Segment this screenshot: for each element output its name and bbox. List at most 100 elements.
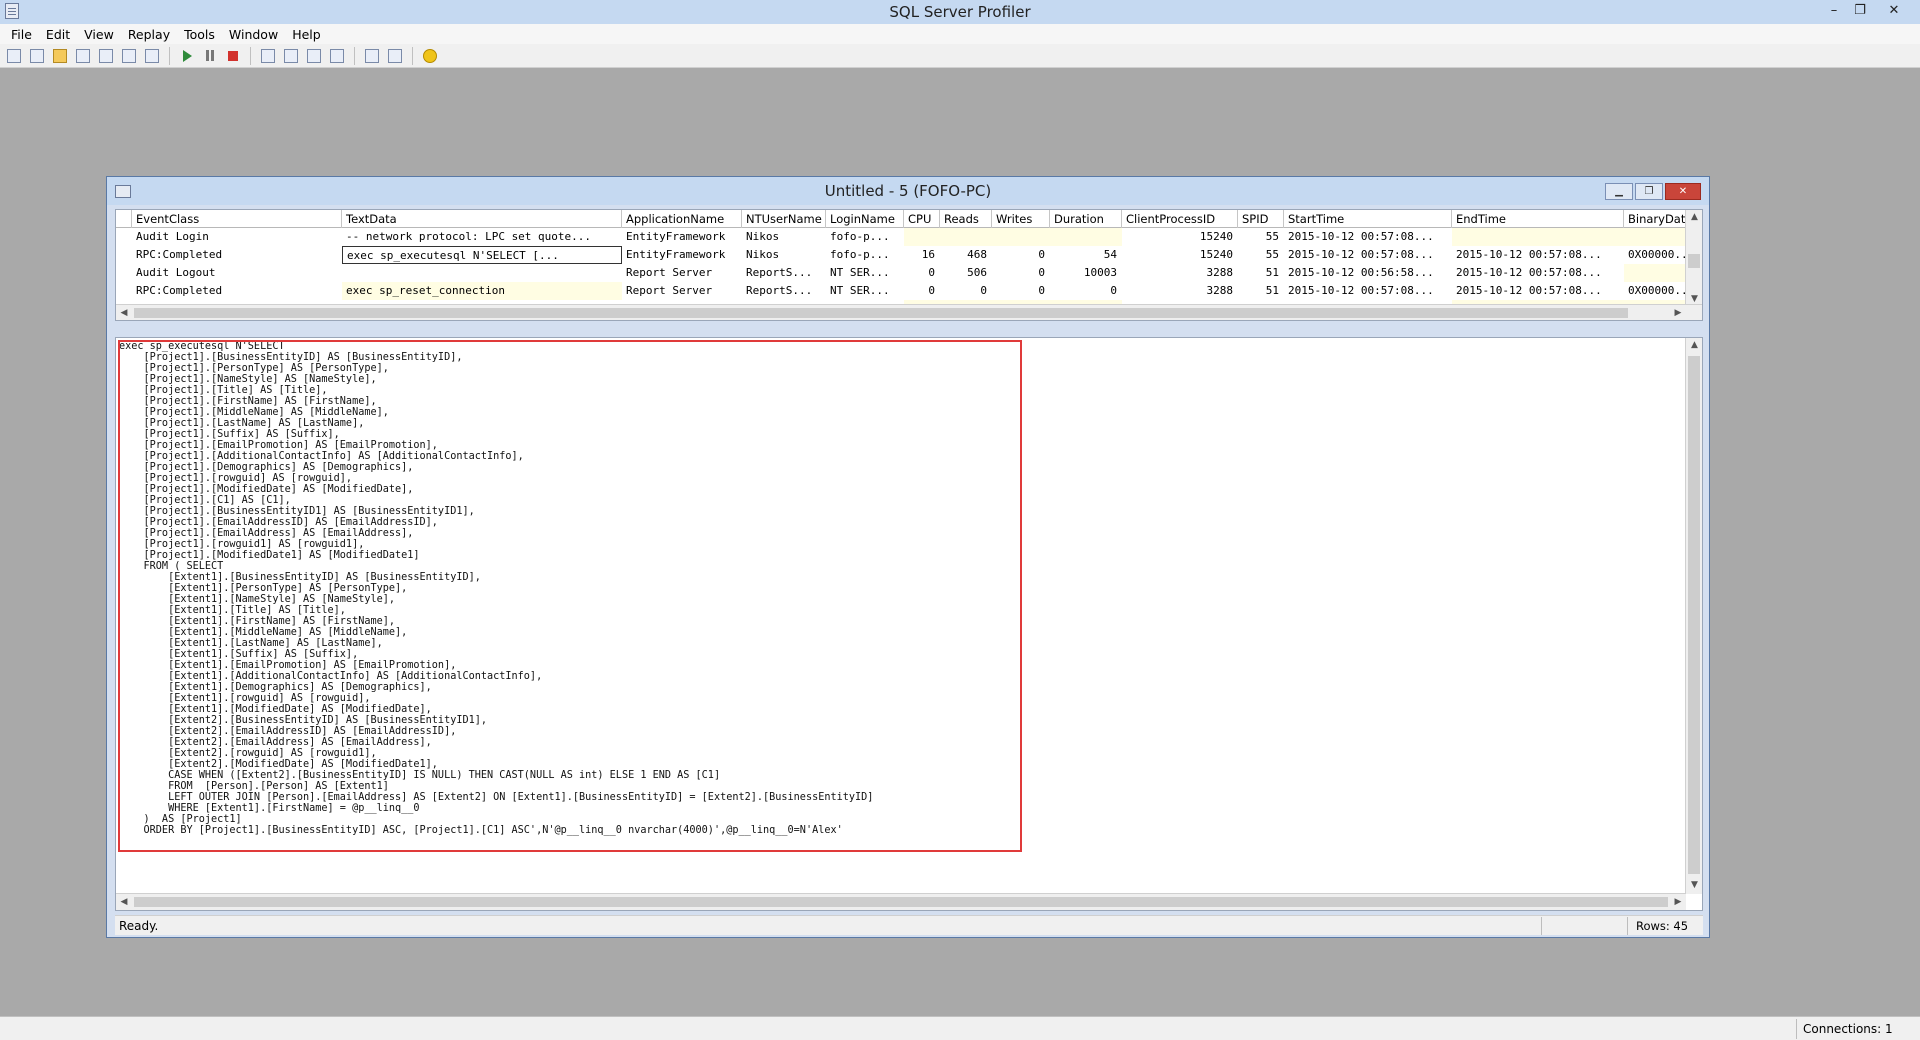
scroll-thumb[interactable]: [1688, 356, 1700, 874]
stop-icon[interactable]: [223, 46, 243, 66]
column-header-duration[interactable]: Duration: [1050, 210, 1122, 228]
column-header-endtime[interactable]: EndTime: [1452, 210, 1624, 228]
find-icon[interactable]: [119, 46, 139, 66]
cell-spid: 55: [1265, 230, 1279, 243]
cell-duration: 0: [1110, 284, 1117, 297]
cell-spid: 51: [1265, 266, 1279, 279]
column-header-ntusername[interactable]: NTUserName: [742, 210, 826, 228]
textdata-detail-pane[interactable]: exec sp_executesql N'SELECT [Project1].[…: [115, 337, 1703, 911]
column-header-writes[interactable]: Writes: [992, 210, 1050, 228]
column-header-textdata[interactable]: TextData: [342, 210, 622, 228]
toolbar-separator: [250, 46, 251, 65]
column-header-applicationname[interactable]: ApplicationName: [622, 210, 742, 228]
grid-vertical-scrollbar[interactable]: ▲ ▼: [1685, 210, 1702, 306]
menu-tools[interactable]: Tools: [177, 27, 222, 42]
menu-window[interactable]: Window: [222, 27, 285, 42]
trace-close-button[interactable]: ✕: [1665, 183, 1701, 200]
column-header-clientprocessid[interactable]: ClientProcessID: [1122, 210, 1238, 228]
restore-button[interactable]: ❐: [1848, 0, 1872, 20]
cell-applicationname: EntityFramework: [626, 248, 726, 261]
trace-restore-button[interactable]: ❐: [1635, 183, 1663, 200]
trace-window-title: Untitled - 5 (FOFO-PC): [824, 182, 992, 200]
status-segment: [1541, 916, 1627, 935]
tuning-advisor-icon[interactable]: [362, 46, 382, 66]
scroll-thumb[interactable]: [1688, 254, 1700, 268]
highlight-box: [118, 340, 1022, 852]
scroll-down-icon[interactable]: ▼: [1686, 878, 1702, 892]
app-title: SQL Server Profiler: [889, 3, 1031, 21]
column-header-starttime[interactable]: StartTime: [1284, 210, 1452, 228]
table-row[interactable]: Audit Login -- network protocol: LPC set…: [116, 228, 1686, 246]
cell-reads: 506: [967, 266, 987, 279]
trace-window-icon[interactable]: [115, 185, 131, 198]
open-icon[interactable]: [50, 46, 70, 66]
detail-vertical-scrollbar[interactable]: ▲ ▼: [1685, 338, 1702, 894]
cell-endtime: [1452, 228, 1624, 246]
run-icon[interactable]: [177, 46, 197, 66]
menu-bar: File Edit View Replay Tools Window Help: [0, 24, 1920, 44]
scroll-left-icon[interactable]: ◀: [116, 894, 132, 910]
column-header-cpu[interactable]: CPU: [904, 210, 940, 228]
cell-clientprocessid: 15240: [1199, 230, 1233, 243]
column-header-loginname[interactable]: LoginName: [826, 210, 904, 228]
performance-monitor-icon[interactable]: [385, 46, 405, 66]
cell-clientprocessid: 15240: [1199, 248, 1233, 261]
trace-minimize-button[interactable]: ▁: [1605, 183, 1633, 200]
profiler-app-icon[interactable]: [5, 3, 19, 19]
cell-spid: 55: [1265, 248, 1279, 261]
minimize-button[interactable]: –: [1822, 0, 1846, 20]
scroll-thumb[interactable]: [134, 897, 1668, 907]
cell-starttime: 2015-10-12 00:57:08...: [1288, 230, 1434, 243]
detail-horizontal-scrollbar[interactable]: ◀ ▶: [116, 893, 1686, 910]
table-row-selected[interactable]: RPC:Completed exec sp_executesql N'SELEC…: [116, 246, 1686, 264]
cell-duration: [1050, 228, 1122, 246]
new-trace-icon[interactable]: [4, 46, 24, 66]
column-header-eventclass[interactable]: EventClass: [132, 210, 342, 228]
scroll-right-icon[interactable]: ▶: [1670, 305, 1686, 320]
row-indicator: [116, 228, 132, 246]
cell-ntusername: Nikos: [746, 230, 780, 243]
cell-ntusername: Nikos: [746, 248, 780, 261]
clear-icon[interactable]: [142, 46, 162, 66]
cell-loginname: NT SER...: [830, 284, 890, 297]
column-header-spid[interactable]: SPID: [1238, 210, 1284, 228]
autoscroll-icon[interactable]: [327, 46, 347, 66]
cell-binarydata: 0X00000...: [1628, 248, 1685, 261]
menu-view[interactable]: View: [77, 27, 121, 42]
help-icon[interactable]: [420, 46, 440, 66]
menu-file[interactable]: File: [4, 27, 39, 42]
trace-window-controls: ▁ ❐ ✕: [1605, 183, 1701, 200]
cell-reads: [940, 228, 992, 246]
menu-replay[interactable]: Replay: [121, 27, 177, 42]
column-header-binarydata[interactable]: BinaryData: [1624, 210, 1686, 228]
menu-help[interactable]: Help: [285, 27, 328, 42]
scroll-up-icon[interactable]: ▲: [1686, 210, 1702, 224]
pause-icon[interactable]: [200, 46, 220, 66]
cell-textdata: -- network protocol: LPC set quote...: [346, 230, 592, 243]
save-icon[interactable]: [73, 46, 93, 66]
trace-event-grid[interactable]: EventClass TextData ApplicationName NTUs…: [115, 209, 1703, 321]
row-indicator: [116, 246, 132, 264]
scroll-left-icon[interactable]: ◀: [116, 305, 132, 320]
scroll-right-icon[interactable]: ▶: [1670, 894, 1686, 910]
cell-spid: 51: [1265, 284, 1279, 297]
new-template-icon[interactable]: [27, 46, 47, 66]
menu-edit[interactable]: Edit: [39, 27, 77, 42]
scroll-thumb[interactable]: [134, 308, 1628, 318]
cell-writes: 0: [1038, 284, 1045, 297]
table-row[interactable]: RPC:Completed exec sp_reset_connection R…: [116, 282, 1686, 300]
scroll-up-icon[interactable]: ▲: [1686, 338, 1702, 352]
table-row[interactable]: Audit Logout Report Server ReportS... NT…: [116, 264, 1686, 282]
window-1-icon[interactable]: [258, 46, 278, 66]
cell-writes: 0: [1038, 248, 1045, 261]
cell-loginname: NT SER...: [830, 266, 890, 279]
window-2-icon[interactable]: [281, 46, 301, 66]
cell-loginname: fofo-p...: [830, 230, 890, 243]
column-header-reads[interactable]: Reads: [940, 210, 992, 228]
cell-endtime: 2015-10-12 00:57:08...: [1456, 284, 1602, 297]
window-3-icon[interactable]: [304, 46, 324, 66]
close-button[interactable]: ✕: [1874, 0, 1914, 20]
cell-writes: [992, 228, 1050, 246]
grid-horizontal-scrollbar[interactable]: ◀ ▶: [116, 304, 1702, 320]
properties-icon[interactable]: [96, 46, 116, 66]
